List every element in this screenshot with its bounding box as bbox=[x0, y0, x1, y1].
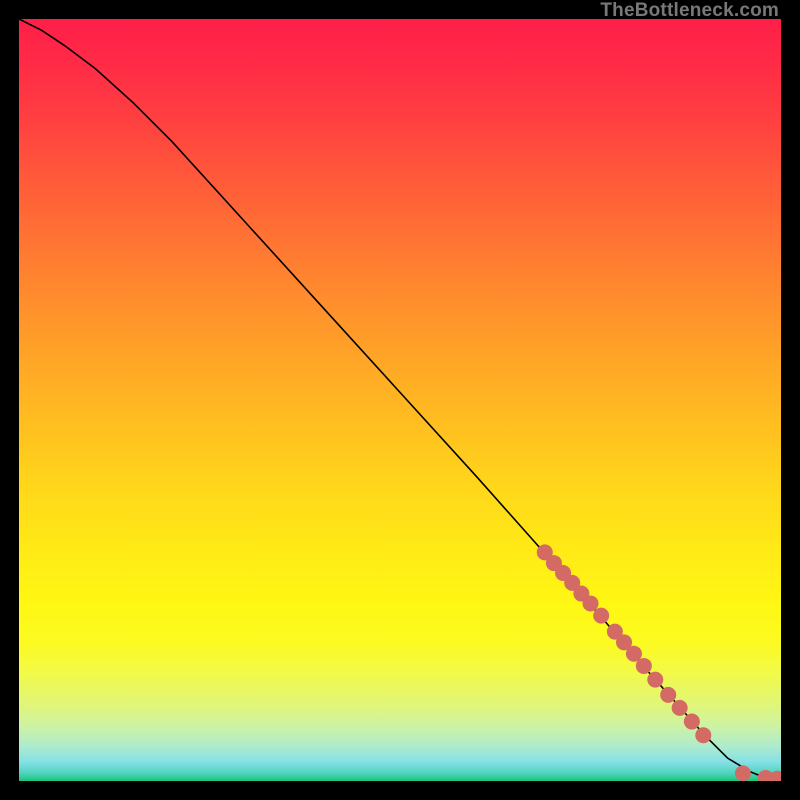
marker-point bbox=[695, 727, 711, 743]
marker-point bbox=[647, 672, 663, 688]
marker-point bbox=[735, 765, 751, 781]
chart-plot-area bbox=[19, 19, 781, 781]
chart-stage: TheBottleneck.com bbox=[0, 0, 800, 800]
chart-svg bbox=[19, 19, 781, 781]
marker-point bbox=[583, 595, 599, 611]
marker-point bbox=[660, 687, 676, 703]
series-curve bbox=[19, 19, 781, 779]
marker-point bbox=[672, 700, 688, 716]
marker-point bbox=[636, 658, 652, 674]
marker-point bbox=[684, 714, 700, 730]
series-markers bbox=[537, 544, 781, 781]
marker-point bbox=[593, 608, 609, 624]
